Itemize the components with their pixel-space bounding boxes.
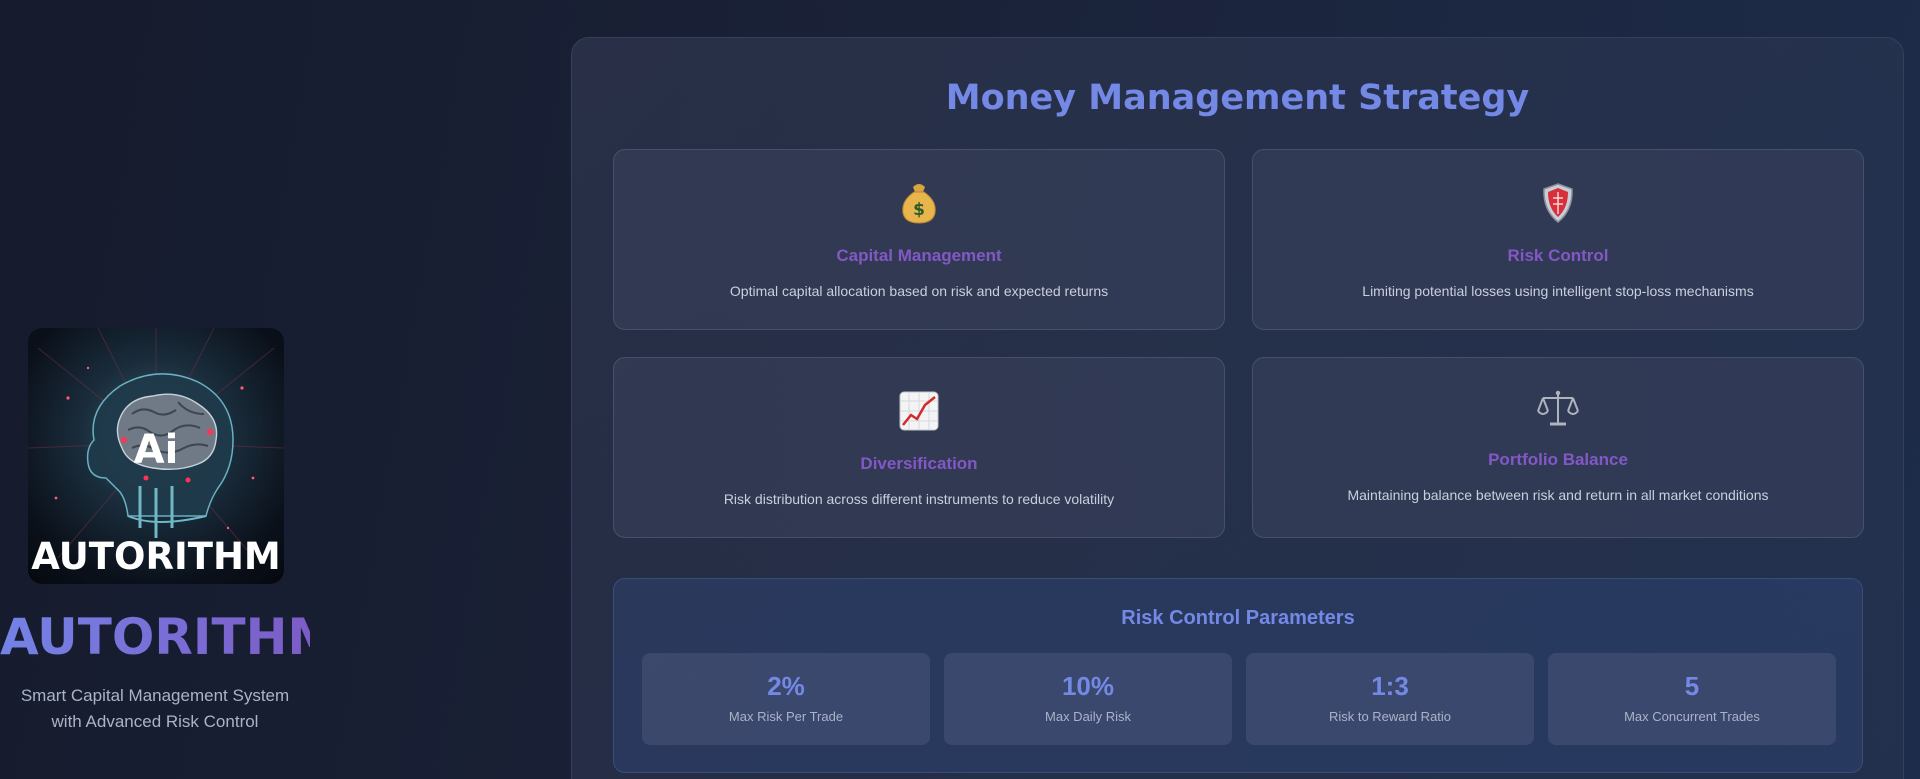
stat-label: Risk to Reward Ratio (1328, 709, 1452, 724)
card-description: Risk distribution across different instr… (723, 491, 1115, 507)
card-capital-management: $ Capital Management Optimal capital all… (613, 149, 1225, 330)
stat-label: Max Daily Risk (1045, 709, 1131, 724)
logo-badge-text: Ai (134, 427, 179, 473)
brand-tagline: Smart Capital Management System with Adv… (0, 683, 310, 735)
brand-tagline-line2: with Advanced Risk Control (51, 712, 259, 731)
stat-label: Max Risk Per Trade (728, 709, 844, 724)
card-diversification: Diversification Risk distribution across… (613, 357, 1225, 538)
stat-risk-reward-ratio: 1:3 Risk to Reward Ratio (1246, 653, 1534, 745)
page-title: Money Management Strategy (945, 78, 1530, 118)
card-description: Optimal capital allocation based on risk… (729, 283, 1109, 299)
stat-value: 5 (1684, 671, 1700, 701)
brand-title: AUTORITHM (0, 608, 338, 666)
stat-value: 2% (767, 671, 805, 701)
stat-value: 10% (1061, 671, 1115, 701)
shield-icon (1253, 178, 1863, 228)
card-description: Maintaining balance between risk and ret… (1347, 487, 1769, 503)
money-bag-icon: $ (614, 178, 1224, 228)
stat-label: Max Concurrent Trades (1624, 709, 1760, 724)
card-title: Portfolio Balance (1488, 450, 1628, 469)
card-title: Capital Management (836, 246, 1002, 265)
balance-scale-icon (1253, 384, 1863, 434)
card-title: Risk Control (1507, 246, 1609, 265)
risk-parameters-section: Risk Control Parameters 2% Max Risk Per … (613, 578, 1863, 773)
stat-max-daily-risk: 10% Max Daily Risk (944, 653, 1232, 745)
card-risk-control: Risk Control Limiting potential losses u… (1252, 149, 1864, 330)
svg-text:$: $ (913, 200, 925, 220)
brand-tagline-line1: Smart Capital Management System (20, 686, 290, 705)
stat-value: 1:3 (1371, 671, 1409, 701)
strategy-panel: Money Management Strategy $ Capital Mana… (571, 37, 1904, 779)
section-title: Risk Control Parameters (1121, 607, 1355, 629)
card-portfolio-balance: Portfolio Balance Maintaining balance be… (1252, 357, 1864, 538)
chart-increasing-icon (614, 386, 1224, 436)
stat-max-risk-per-trade: 2% Max Risk Per Trade (642, 653, 930, 745)
brand-column: Ai AUTORITHM AUTORITHM Smart Capital Man… (0, 0, 338, 779)
brand-logo: Ai AUTORITHM (28, 328, 284, 584)
logo-wordmark: AUTORITHM (31, 535, 281, 578)
stat-max-concurrent-trades: 5 Max Concurrent Trades (1548, 653, 1836, 745)
card-title: Diversification (860, 454, 978, 473)
card-description: Limiting potential losses using intellig… (1362, 283, 1754, 299)
